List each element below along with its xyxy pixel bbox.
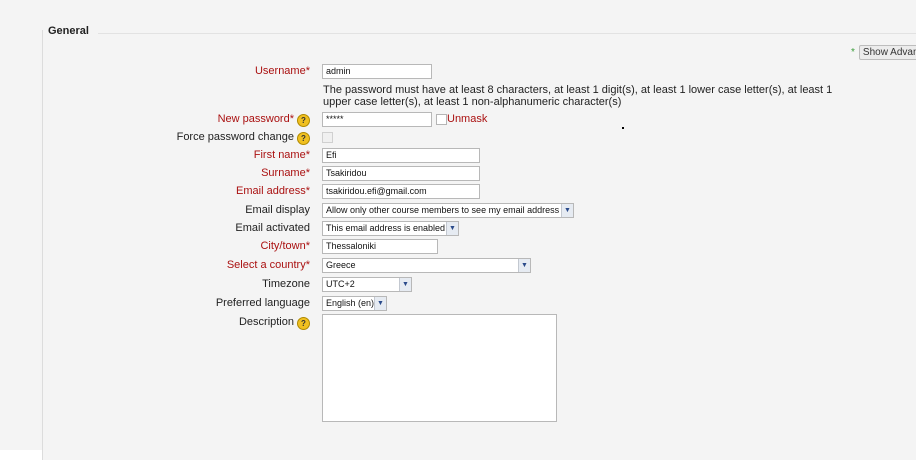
surname-input[interactable]: Tsakiridou <box>322 166 480 181</box>
preferred-language-value: English (en) <box>326 298 375 308</box>
preferred-language-row: Preferred language English (en) ▼ <box>0 295 916 313</box>
show-advanced-button[interactable]: Show Advanc <box>858 45 916 60</box>
unmask-checkbox[interactable] <box>436 114 447 125</box>
legend-divider <box>98 33 916 34</box>
email-display-select[interactable]: Allow only other course members to see m… <box>322 203 574 218</box>
description-label-text: Description <box>238 316 294 328</box>
chevron-down-icon[interactable]: ▼ <box>399 278 411 291</box>
force-password-change-label-text: Force password change <box>176 131 294 143</box>
timezone-value: UTC+2 <box>326 279 355 289</box>
email-address-input[interactable]: tsakiridou.efi@gmail.com <box>322 184 480 199</box>
chevron-down-icon[interactable]: ▼ <box>561 204 573 217</box>
new-password-label: New password*? <box>218 113 310 127</box>
username-row: Username* admin <box>0 63 916 81</box>
email-display-value: Allow only other course members to see m… <box>326 205 560 215</box>
help-icon[interactable]: ? <box>297 317 310 330</box>
email-display-row: Email display Allow only other course me… <box>0 202 916 220</box>
city-town-label: City/town* <box>260 240 310 252</box>
username-input[interactable]: admin <box>322 64 432 79</box>
surname-row: Surname* Tsakiridou <box>0 165 916 183</box>
chevron-down-icon[interactable]: ▼ <box>518 259 530 272</box>
force-password-change-checkbox[interactable] <box>322 132 333 143</box>
advanced-star-icon: * <box>851 47 855 58</box>
description-label: Description? <box>239 316 310 330</box>
timezone-row: Timezone UTC+2 ▼ <box>0 276 916 294</box>
unmask-label: Unmask <box>447 113 488 125</box>
email-address-label: Email address* <box>236 185 310 197</box>
help-icon[interactable]: ? <box>297 114 310 127</box>
country-value: Greece <box>326 260 356 270</box>
force-password-change-row: Force password change? <box>0 129 916 147</box>
chevron-down-icon[interactable]: ▼ <box>374 297 386 310</box>
fieldset-legend: General <box>48 25 93 37</box>
timezone-label: Timezone <box>262 278 310 290</box>
email-activated-value: This email address is enabled <box>326 223 446 233</box>
country-label: Select a country* <box>226 259 310 271</box>
help-icon[interactable]: ? <box>297 132 310 145</box>
country-row: Select a country* Greece ▼ <box>0 257 916 275</box>
country-select[interactable]: Greece ▼ <box>322 258 531 273</box>
new-password-row: New password*? ***** Unmask <box>0 111 916 129</box>
surname-label: Surname* <box>261 167 310 179</box>
email-display-label: Email display <box>245 204 310 216</box>
city-town-input[interactable]: Thessaloniki <box>322 239 438 254</box>
timezone-select[interactable]: UTC+2 ▼ <box>322 277 412 292</box>
first-name-row: First name* Efi <box>0 147 916 165</box>
email-address-row: Email address* tsakiridou.efi@gmail.com <box>0 183 916 201</box>
username-label: Username* <box>254 65 310 77</box>
first-name-label: First name* <box>253 149 310 161</box>
preferred-language-label: Preferred language <box>215 297 310 309</box>
preferred-language-select[interactable]: English (en) ▼ <box>322 296 387 311</box>
email-activated-row: Email activated This email address is en… <box>0 220 916 238</box>
city-town-row: City/town* Thessaloniki <box>0 238 916 256</box>
new-password-label-text: New password* <box>217 113 294 125</box>
email-activated-label: Email activated <box>235 222 310 234</box>
new-password-input[interactable]: ***** <box>322 112 432 127</box>
email-activated-select[interactable]: This email address is enabled ▼ <box>322 221 459 236</box>
first-name-input[interactable]: Efi <box>322 148 480 163</box>
force-password-change-label: Force password change? <box>177 131 310 145</box>
description-textarea[interactable] <box>322 314 557 422</box>
password-policy-note: The password must have at least 8 charac… <box>323 84 833 108</box>
show-advanced-control[interactable]: *Show Advanc <box>851 45 916 60</box>
chevron-down-icon[interactable]: ▼ <box>446 222 458 235</box>
